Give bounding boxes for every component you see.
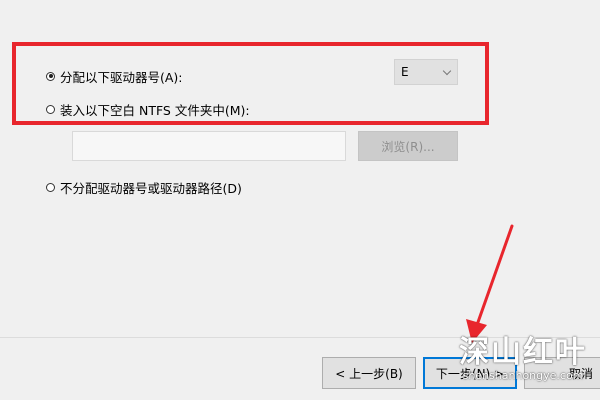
folder-path-input[interactable] (72, 131, 346, 161)
back-button[interactable]: < 上一步(B) (322, 357, 416, 389)
arrow-head (466, 319, 487, 343)
next-button[interactable]: 下一步(N) > (423, 357, 517, 389)
browse-button[interactable]: 浏览(R)... (358, 131, 458, 161)
arrow-shaft (475, 224, 514, 327)
no-letter-label[interactable]: 不分配驱动器号或驱动器路径(D) (60, 178, 242, 197)
no-letter-radio[interactable] (46, 182, 55, 192)
assign-drive-letter-dialog: 分配以下驱动器号(A): E 装入以下空白 NTFS 文件夹中(M): 浏览(R… (0, 0, 600, 400)
no-letter-option[interactable]: 不分配驱动器号或驱动器路径(D) (46, 177, 242, 197)
cancel-button[interactable]: 取消 (524, 357, 600, 389)
footer-divider (0, 337, 600, 338)
highlight-box (12, 42, 489, 125)
